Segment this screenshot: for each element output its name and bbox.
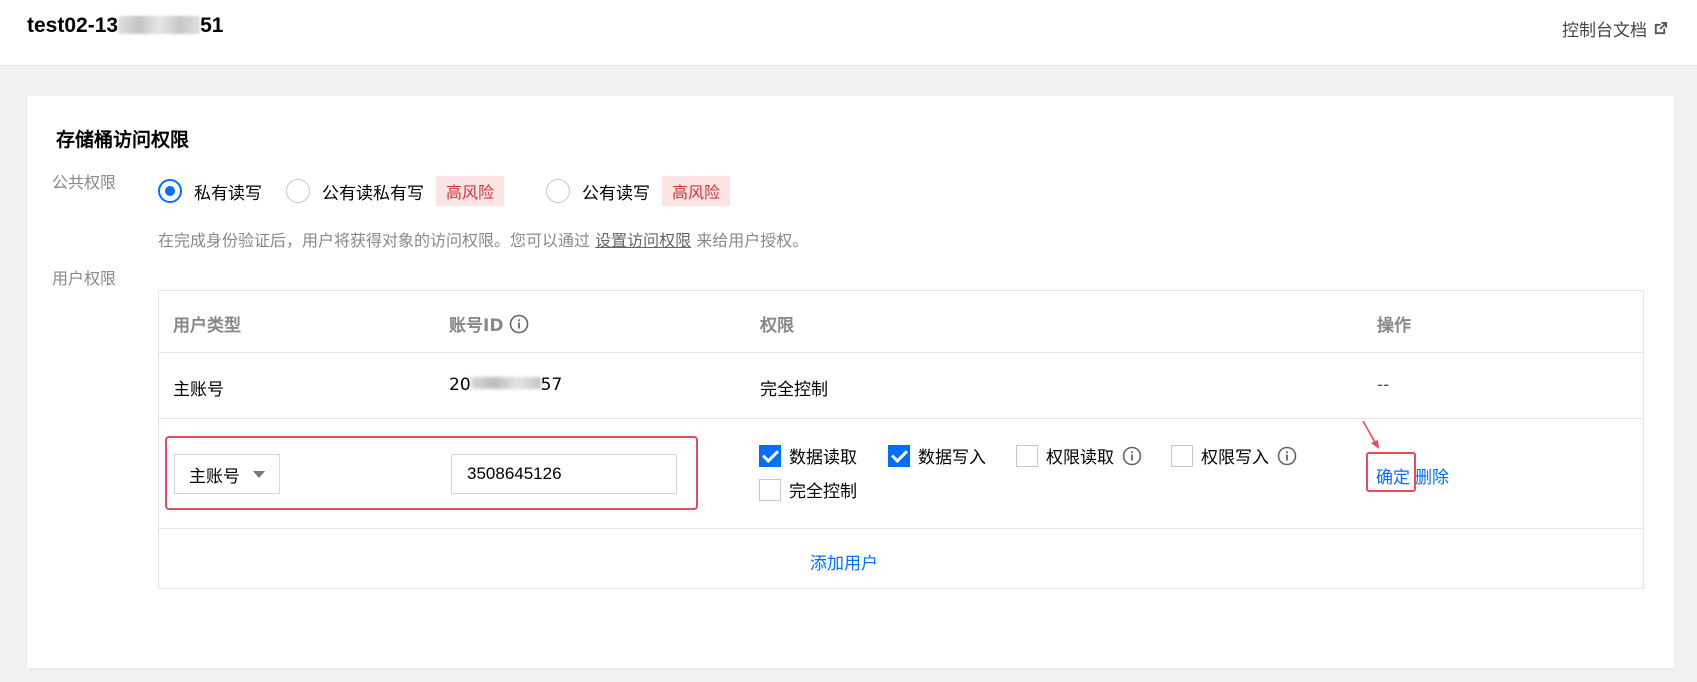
checkbox-data-write[interactable]: 数据写入 (888, 443, 986, 468)
hint-suffix: 来给用户授权。 (696, 231, 809, 250)
add-user-button[interactable]: 添加用户 (810, 549, 878, 574)
checkbox[interactable] (888, 444, 910, 467)
cell-user-type: 主账号 (173, 380, 224, 400)
radio-public-rw[interactable]: 公有读写 高风险 (546, 176, 731, 206)
high-risk-badge: 高风险 (436, 176, 505, 206)
hint-prefix: 在完成身份验证后，用户将获得对象的访问权限。您可以通过 (158, 231, 591, 250)
console-docs-label: 控制台文档 (1562, 21, 1647, 41)
info-icon[interactable] (1122, 446, 1142, 466)
console-docs-link[interactable]: 控制台文档 (1562, 16, 1668, 41)
info-icon[interactable] (509, 314, 529, 334)
col-label: 操作 (1377, 316, 1411, 336)
bucket-name-prefix: test02-13 (27, 14, 119, 37)
col-label: 账号ID (449, 316, 504, 336)
account-id-input[interactable] (451, 454, 677, 494)
masked-text (470, 377, 541, 389)
account-id-prefix: 20 (449, 375, 471, 395)
bucket-name-suffix: 51 (200, 14, 224, 37)
user-permission-label: 用户权限 (52, 269, 117, 288)
info-icon[interactable] (1277, 446, 1297, 466)
select-value: 主账号 (189, 466, 240, 487)
cell-account-id: 20 57 (449, 375, 562, 395)
top-bar: test02-13 51 控制台文档 (0, 0, 1697, 66)
section-title: 存储桶访问权限 (56, 129, 190, 151)
public-permission-radio-group: 私有读写 公有读私有写 高风险 公有读写 高风险 (158, 176, 754, 206)
checkbox-label: 数据读取 (789, 448, 857, 468)
annotation-arrow-icon (1362, 420, 1379, 449)
high-risk-badge: 高风险 (662, 176, 731, 206)
edit-table-row: 主账号 数据读取 数据写入 权限读取 权限写入 (159, 419, 1643, 529)
col-account-id: 账号ID (449, 311, 529, 336)
col-user-type: 用户类型 (173, 311, 241, 336)
checkbox-label: 数据写入 (918, 448, 986, 468)
col-label: 用户类型 (173, 316, 241, 336)
checkbox-label: 权限写入 (1201, 448, 1269, 468)
add-user-row: 添加用户 (159, 529, 1643, 590)
user-type-select[interactable]: 主账号 (174, 454, 280, 494)
radio-button[interactable] (546, 179, 571, 203)
checkbox-label: 完全控制 (789, 482, 857, 502)
bucket-name: test02-13 51 (27, 14, 223, 38)
checkbox[interactable] (759, 478, 781, 501)
checkbox[interactable] (1016, 444, 1038, 467)
checkbox-acl-write[interactable]: 权限写入 (1171, 443, 1297, 468)
bucket-permission-card: 存储桶访问权限 公共权限 私有读写 公有读私有写 高风险 公有读写 高风险 在完… (27, 96, 1674, 668)
checkbox[interactable] (759, 444, 781, 467)
table-row: 主账号 20 57 完全控制 -- (159, 353, 1643, 419)
cell-permission: 完全控制 (760, 380, 828, 400)
masked-text (118, 16, 201, 34)
radio-public-read-private-write[interactable]: 公有读私有写 高风险 (286, 176, 505, 206)
col-action: 操作 (1377, 311, 1411, 336)
checkbox-label: 权限读取 (1046, 448, 1114, 468)
external-link-icon (1654, 21, 1668, 35)
radio-label: 公有读写 (582, 183, 651, 204)
table-header: 用户类型 账号ID 权限 操作 (159, 291, 1643, 353)
caret-down-icon (253, 470, 265, 478)
radio-label: 私有读写 (194, 183, 262, 204)
checkbox-full-control[interactable]: 完全控制 (759, 477, 857, 502)
user-permission-table: 用户类型 账号ID 权限 操作 主账号 20 57 完全控制 -- 主账号 35… (158, 290, 1644, 589)
radio-button[interactable] (286, 179, 310, 203)
confirm-button[interactable]: 确定 (1376, 463, 1410, 488)
checkbox-acl-read[interactable]: 权限读取 (1016, 443, 1142, 468)
cell-action: -- (1377, 375, 1390, 395)
radio-private-rw[interactable]: 私有读写 (158, 179, 262, 204)
delete-button[interactable]: 删除 (1415, 463, 1449, 488)
checkbox-data-read[interactable]: 数据读取 (759, 443, 857, 468)
col-permission: 权限 (760, 311, 794, 336)
col-label: 权限 (760, 316, 794, 336)
checkbox[interactable] (1171, 444, 1193, 467)
radio-button[interactable] (158, 179, 182, 203)
public-permission-label: 公共权限 (52, 173, 117, 192)
radio-label: 公有读私有写 (322, 183, 424, 204)
set-access-permission-link[interactable]: 设置访问权限 (595, 231, 691, 250)
account-id-suffix: 57 (540, 375, 563, 395)
permission-hint: 在完成身份验证后，用户将获得对象的访问权限。您可以通过 设置访问权限 来给用户授… (158, 227, 808, 251)
